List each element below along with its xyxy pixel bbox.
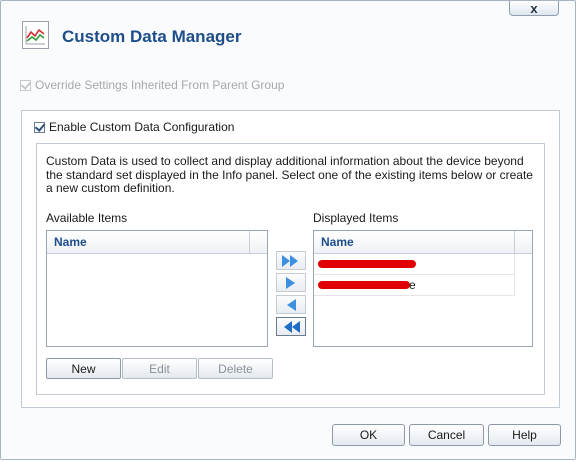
new-button[interactable]: New (46, 358, 121, 379)
move-left-button[interactable] (276, 295, 306, 314)
override-settings-checkbox[interactable] (20, 79, 31, 91)
cancel-button[interactable]: Cancel (409, 424, 484, 446)
redaction-mark (318, 260, 416, 268)
help-button[interactable]: Help (488, 424, 561, 446)
redaction-mark (318, 281, 410, 289)
edit-button[interactable]: Edit (122, 358, 197, 379)
list-item[interactable]: e (314, 275, 515, 296)
enable-config-checkbox[interactable] (34, 121, 45, 133)
displayed-items-list[interactable]: Name e (313, 230, 533, 347)
double-arrow-right-icon (282, 254, 298, 267)
move-all-left-button[interactable] (276, 317, 306, 336)
ok-button[interactable]: OK (332, 424, 405, 446)
displayed-name-column-header[interactable]: Name (314, 231, 515, 253)
close-icon: x (530, 0, 538, 16)
available-items-label: Available Items (46, 211, 128, 225)
chart-app-icon (22, 21, 49, 49)
custom-data-manager-dialog: x Custom Data Manager Override Settings … (0, 0, 576, 460)
override-settings-row: Override Settings Inherited From Parent … (20, 78, 284, 92)
override-settings-label: Override Settings Inherited From Parent … (35, 78, 285, 92)
double-arrow-left-icon (284, 320, 300, 333)
displayed-items-label: Displayed Items (313, 211, 399, 225)
close-button[interactable]: x (509, 1, 559, 16)
enable-config-label: Enable Custom Data Configuration (49, 120, 235, 134)
list-item[interactable] (314, 254, 515, 275)
move-right-button[interactable] (276, 273, 306, 292)
dialog-title: Custom Data Manager (62, 27, 242, 46)
description-text: Custom Data is used to collect and displ… (46, 154, 533, 195)
displayed-items-header: Name (314, 231, 532, 254)
available-items-list[interactable]: Name (46, 230, 268, 347)
arrow-right-icon (286, 276, 295, 289)
delete-button[interactable]: Delete (198, 358, 273, 379)
move-all-right-button[interactable] (276, 251, 306, 270)
enable-config-row: Enable Custom Data Configuration (34, 120, 234, 134)
available-name-column-header[interactable]: Name (47, 231, 250, 253)
arrow-left-icon (287, 298, 296, 311)
available-items-header: Name (47, 231, 267, 254)
